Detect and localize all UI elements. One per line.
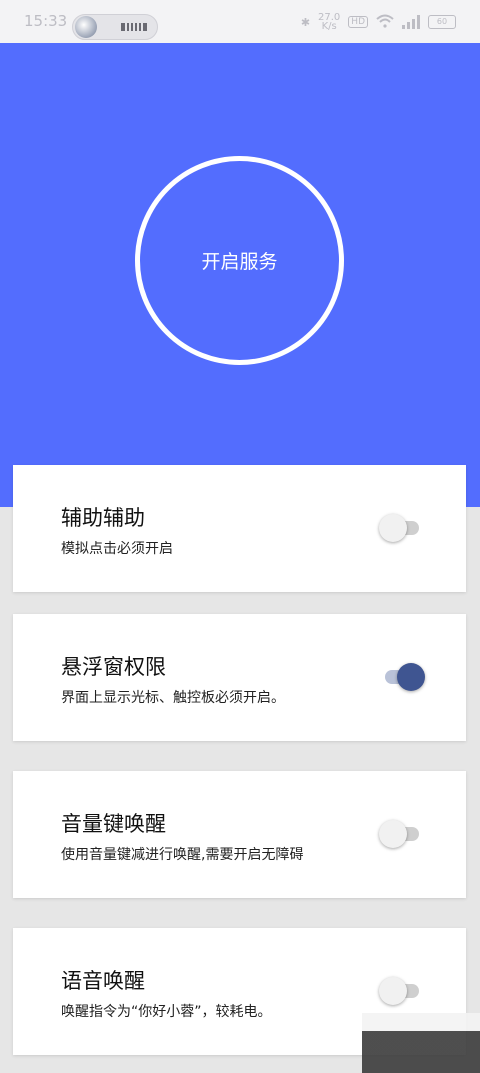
card-overlay-permission: 悬浮窗权限 界面上显示光标、触控板必须开启。 xyxy=(13,614,466,741)
toggle-thumb xyxy=(397,663,425,691)
card-title: 辅助辅助 xyxy=(61,506,145,530)
toggle-thumb xyxy=(379,977,407,1005)
voice-wake-toggle[interactable] xyxy=(379,977,425,1005)
wifi-icon xyxy=(376,14,394,31)
toggle-thumb xyxy=(379,514,407,542)
audio-wave-icon xyxy=(121,23,147,31)
status-bar: 15:33 ✱ 27.0 K/s HD 60 xyxy=(0,0,480,43)
net-speed-unit: K/s xyxy=(321,21,337,32)
hero-panel: 开启服务 xyxy=(0,43,480,507)
card-volume-key-wake: 音量键唤醒 使用音量键减进行唤醒,需要开启无障碍 xyxy=(13,771,466,898)
start-service-label: 开启服务 xyxy=(201,251,278,273)
card-title: 音量键唤醒 xyxy=(61,812,166,836)
card-title: 语音唤醒 xyxy=(61,969,145,993)
signal-icon xyxy=(402,15,420,29)
overlay-permission-toggle[interactable] xyxy=(379,663,425,691)
bluetooth-icon: ✱ xyxy=(300,15,311,29)
corner-overlay xyxy=(362,1013,480,1073)
battery-icon: 60 xyxy=(428,15,456,29)
card-desc: 唤醒指令为“你好小蓉”，较耗电。 xyxy=(61,1004,272,1020)
card-desc: 使用音量键减进行唤醒,需要开启无障碍 xyxy=(61,847,304,863)
accessibility-toggle[interactable] xyxy=(379,514,425,542)
media-pill[interactable] xyxy=(72,14,158,40)
card-desc: 界面上显示光标、触控板必须开启。 xyxy=(61,690,285,706)
album-disc-icon xyxy=(75,16,97,38)
volume-key-wake-toggle[interactable] xyxy=(379,820,425,848)
status-icons: ✱ 27.0 K/s HD 60 xyxy=(300,13,456,32)
card-title: 悬浮窗权限 xyxy=(61,655,166,679)
start-service-button[interactable]: 开启服务 xyxy=(135,156,344,365)
card-desc: 模拟点击必须开启 xyxy=(61,541,173,557)
hd-badge: HD xyxy=(348,16,368,28)
toggle-thumb xyxy=(379,820,407,848)
status-time: 15:33 xyxy=(24,12,68,30)
card-accessibility: 辅助辅助 模拟点击必须开启 xyxy=(13,465,466,592)
net-speed: 27.0 K/s xyxy=(318,13,340,32)
